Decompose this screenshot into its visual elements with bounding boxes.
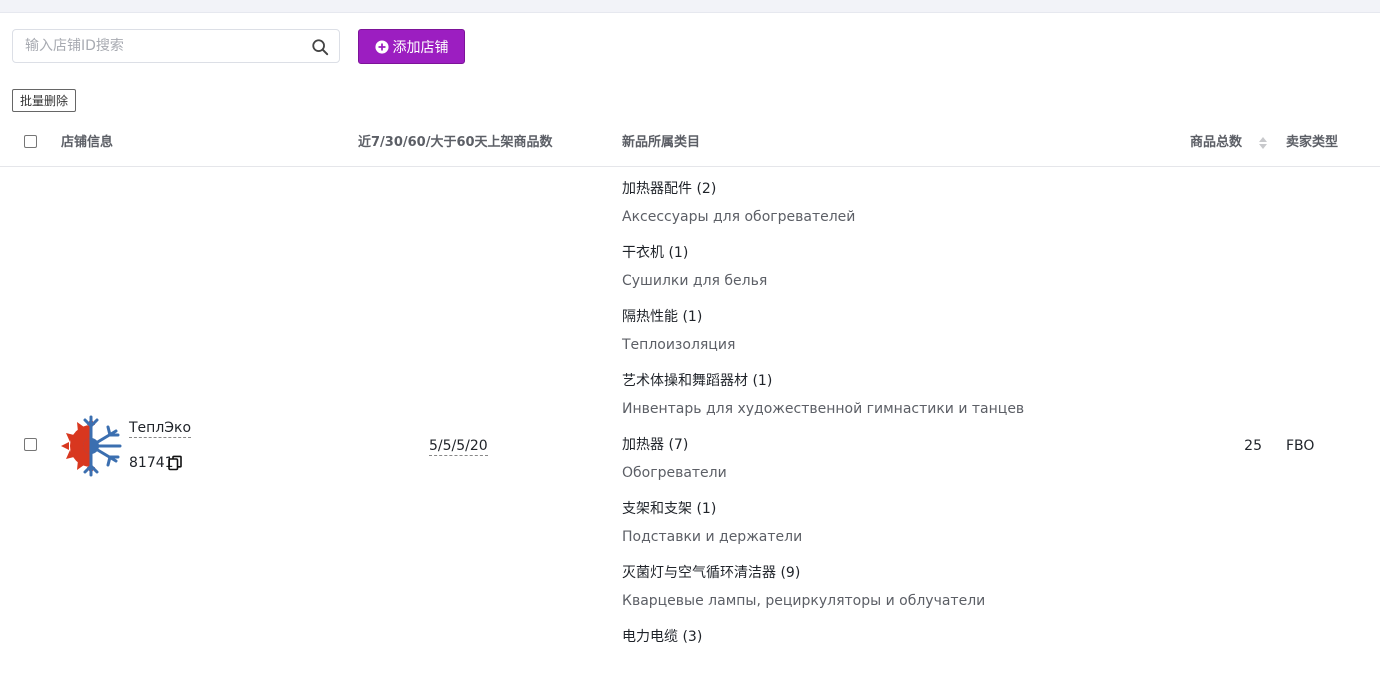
total-count: 25: [1244, 438, 1262, 454]
category-item: 支架和支架 (1) Подставки и держатели: [622, 500, 1142, 564]
category-ru: Теплоизоляция: [622, 337, 736, 353]
copy-icon[interactable]: [167, 455, 183, 471]
category-cn: 干衣机 (1): [622, 245, 689, 261]
category-item: 干衣机 (1) Сушилки для белья: [622, 244, 1142, 308]
select-all-checkbox[interactable]: [24, 135, 37, 148]
header-seller-type: 卖家类型: [1286, 135, 1339, 150]
category-cn: 艺术体操和舞蹈器材 (1): [622, 373, 773, 389]
sort-icon[interactable]: [1258, 135, 1267, 151]
category-cn: 加热器配件 (2): [622, 181, 717, 197]
search-box: [12, 29, 340, 63]
category-cn: 隔热性能 (1): [622, 309, 703, 325]
category-ru: [622, 656, 1142, 674]
header-listings: 近7/30/60/大于60天上架商品数: [358, 135, 553, 150]
add-shop-button[interactable]: 添加店铺: [358, 29, 465, 64]
category-ru: Кварцевые лампы, рециркуляторы и облучат…: [622, 593, 986, 609]
category-item: 加热器 (7) Обогреватели: [622, 436, 1142, 500]
category-ru: Сушилки для белья: [622, 273, 768, 289]
category-cn: 灭菌灯与空气循环清洁器 (9): [622, 565, 801, 581]
top-bar: [0, 0, 1380, 13]
category-item: 灭菌灯与空气循环清洁器 (9) Кварцевые лампы, рецирку…: [622, 564, 1142, 628]
category-ru: Подставки и держатели: [622, 529, 803, 545]
header-total[interactable]: 商品总数: [1190, 126, 1267, 166]
shop-name-link[interactable]: ТеплЭко: [129, 419, 192, 438]
add-shop-label: 添加店铺: [392, 39, 449, 56]
shop-logo: [61, 415, 122, 477]
category-item: 隔热性能 (1) Теплоизоляция: [622, 308, 1142, 372]
bulk-delete-button[interactable]: 批量删除: [12, 89, 77, 112]
search-icon[interactable]: [311, 38, 329, 56]
category-cn: 电力电缆 (3): [622, 629, 703, 645]
category-ru: Инвентарь для художественной гимнастики …: [622, 401, 1025, 417]
plus-circle-icon: [374, 39, 389, 54]
table-row: ТеплЭко 81741 5/5/5/20 加热器配件 (2) Аксессу…: [0, 167, 1380, 667]
header-shop-info: 店铺信息: [61, 135, 114, 150]
category-list: 加热器配件 (2) Аксессуары для обогревателей 干…: [622, 180, 1142, 692]
header-total-label: 商品总数: [1190, 135, 1243, 150]
search-input[interactable]: [13, 30, 315, 62]
category-item: 加热器配件 (2) Аксессуары для обогревателей: [622, 180, 1142, 244]
category-item: 艺术体操和舞蹈器材 (1) Инвентарь для художественн…: [622, 372, 1142, 436]
listing-counts[interactable]: 5/5/5/20: [429, 437, 488, 456]
table-header: 店铺信息 近7/30/60/大于60天上架商品数 新品所属类目 商品总数 卖家类…: [0, 126, 1380, 167]
category-cn: 加热器 (7): [622, 437, 689, 453]
seller-type: FBO: [1286, 438, 1315, 454]
category-ru: Аксессуары для обогревателей: [622, 209, 856, 225]
row-checkbox[interactable]: [24, 438, 37, 451]
header-categories: 新品所属类目: [622, 135, 701, 150]
category-ru: Обогреватели: [622, 465, 727, 481]
category-cn: 支架和支架 (1): [622, 501, 717, 517]
category-item: 电力电缆 (3): [622, 628, 1142, 692]
